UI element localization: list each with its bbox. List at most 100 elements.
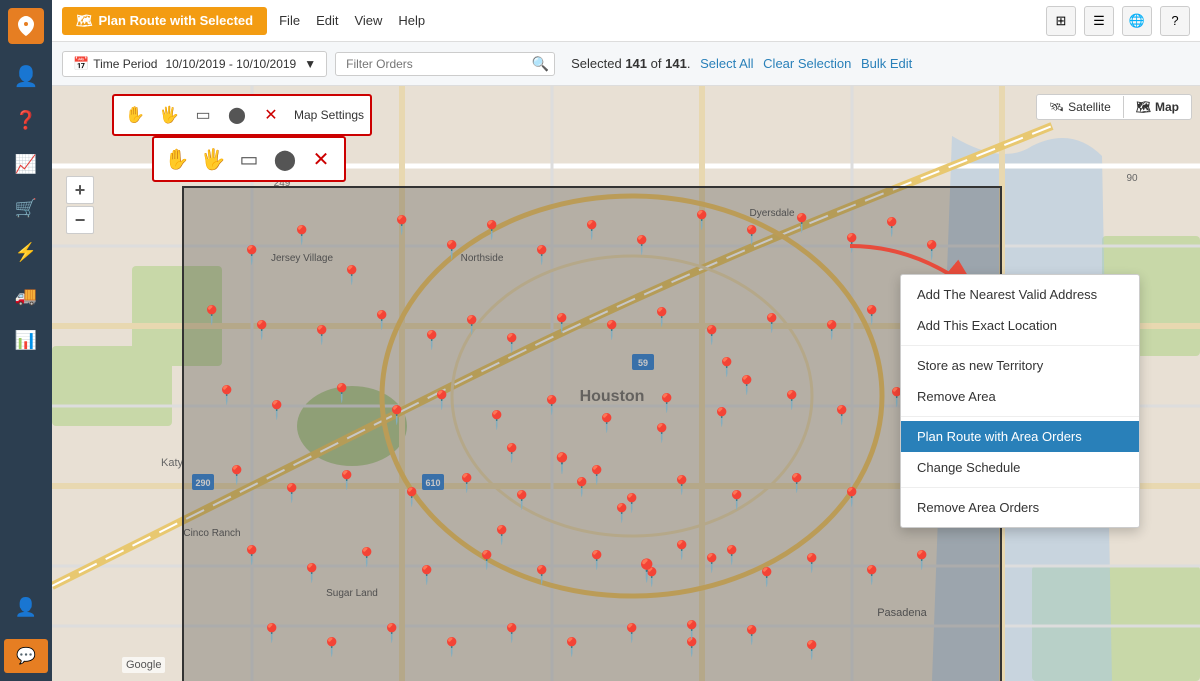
context-change-schedule[interactable]: Change Schedule xyxy=(901,452,1139,483)
globe-button[interactable]: 🌐 xyxy=(1122,6,1152,36)
context-exact-location[interactable]: Add This Exact Location xyxy=(901,310,1139,341)
sidebar-chat-button[interactable]: 💬 xyxy=(4,639,48,673)
map-pin[interactable]: 📍 xyxy=(541,395,563,416)
map-pin-red2[interactable]: 📍 xyxy=(716,357,738,378)
map-pin-teal[interactable]: 📍 xyxy=(671,540,693,561)
map-pin[interactable]: 📍 xyxy=(531,565,553,586)
map-pin[interactable]: 📍 xyxy=(266,400,288,421)
sidebar-item-dispatch[interactable]: 🚚 xyxy=(6,276,46,316)
map-pin[interactable]: 📍 xyxy=(486,410,508,431)
select-all-link[interactable]: Select All xyxy=(700,56,753,71)
map-pin[interactable]: 📍 xyxy=(386,405,408,426)
sidebar-item-users[interactable]: 👤 xyxy=(6,56,46,96)
menu-edit[interactable]: Edit xyxy=(316,13,338,28)
map-pin[interactable]: 📍 xyxy=(341,265,363,286)
sidebar-item-orders[interactable]: 🛒 xyxy=(6,188,46,228)
lasso-tool-button[interactable]: 🖐 xyxy=(154,100,184,130)
map-pin[interactable]: 📍 xyxy=(261,623,283,644)
map-pin[interactable]: 📍 xyxy=(531,245,553,266)
map-pin[interactable]: 📍 xyxy=(596,413,618,434)
filter-orders-input[interactable] xyxy=(335,52,555,76)
sidebar-item-layers[interactable]: ⚡ xyxy=(6,232,46,272)
map-pin[interactable]: 📍 xyxy=(726,490,748,511)
map-pin[interactable]: 📍 xyxy=(241,245,263,266)
hand-tool-button-inner[interactable]: ✋ xyxy=(162,144,192,174)
map-pin[interactable]: 📍 xyxy=(586,550,608,571)
map-pin[interactable]: 📍 xyxy=(691,210,713,231)
map-pin[interactable]: 📍 xyxy=(801,640,823,661)
context-nearest-address[interactable]: Add The Nearest Valid Address xyxy=(901,279,1139,310)
context-store-territory[interactable]: Store as new Territory xyxy=(901,350,1139,381)
zoom-out-button[interactable]: − xyxy=(66,206,94,234)
map-pin[interactable]: 📍 xyxy=(461,315,483,336)
map-pin[interactable]: 📍 xyxy=(821,320,843,341)
map-pin[interactable]: 📍 xyxy=(311,325,333,346)
map-pin[interactable]: 📍 xyxy=(321,637,343,658)
map-pin[interactable]: 📍 xyxy=(421,330,443,351)
map-pin[interactable]: 📍 xyxy=(331,383,353,404)
menu-file[interactable]: File xyxy=(279,13,300,28)
map-pin[interactable]: 📍 xyxy=(391,215,413,236)
rectangle-tool-button-inner[interactable]: ▭ xyxy=(234,144,264,174)
map-pin[interactable]: 📍 xyxy=(756,567,778,588)
zoom-in-button[interactable]: + xyxy=(66,176,94,204)
close-tool-button-inner[interactable]: ✕ xyxy=(306,144,336,174)
sidebar-item-analytics[interactable]: 📈 xyxy=(6,144,46,184)
map-pin[interactable]: 📍 xyxy=(741,225,763,246)
map-pin[interactable]: 📍 xyxy=(226,465,248,486)
context-remove-area-orders[interactable]: Remove Area Orders xyxy=(901,492,1139,523)
map-pin[interactable]: 📍 xyxy=(791,213,813,234)
map-pin-purple[interactable]: 📍 xyxy=(611,503,633,524)
map-pin-gray[interactable]: 📍 xyxy=(721,545,743,566)
map-pin[interactable]: 📍 xyxy=(861,565,883,586)
map-pin[interactable]: 📍 xyxy=(336,470,358,491)
map-pin[interactable]: 📍 xyxy=(416,565,438,586)
map-button[interactable]: 🗺 Map xyxy=(1124,95,1191,119)
lasso-tool-button-inner[interactable]: 🖐 xyxy=(198,144,228,174)
map-pin[interactable]: 📍 xyxy=(881,217,903,238)
help-button[interactable]: ? xyxy=(1160,6,1190,36)
map-pin[interactable]: 📍 xyxy=(601,320,623,341)
sidebar-logo[interactable] xyxy=(8,8,44,44)
map-pin[interactable]: 📍 xyxy=(741,625,763,646)
circle-tool-button-inner[interactable]: ⬤ xyxy=(270,144,300,174)
map-pin[interactable]: 📍 xyxy=(441,240,463,261)
plan-route-button[interactable]: 🗺 Plan Route with Selected xyxy=(62,7,267,35)
map-pin[interactable]: 📍 xyxy=(281,483,303,504)
map-pin[interactable]: 📍 xyxy=(761,313,783,334)
context-remove-area[interactable]: Remove Area xyxy=(901,381,1139,412)
map-pin[interactable]: 📍 xyxy=(656,393,678,414)
map-pin[interactable]: 📍 xyxy=(301,563,323,584)
map-pin-pink[interactable]: 📍 xyxy=(651,423,673,444)
map-pin[interactable]: 📍 xyxy=(501,623,523,644)
map-pin[interactable]: 📍 xyxy=(401,487,423,508)
map-container[interactable]: Houston Katy Cinco Ranch Sugar Land Pasa… xyxy=(52,86,1200,681)
sidebar-item-question[interactable]: ❓ xyxy=(6,100,46,140)
map-pin[interactable]: 📍 xyxy=(476,550,498,571)
map-pin[interactable]: 📍 xyxy=(241,545,263,566)
map-pin-green2[interactable]: 📍 xyxy=(736,375,758,396)
map-pin[interactable]: 📍 xyxy=(711,407,733,428)
context-plan-route-area[interactable]: Plan Route with Area Orders xyxy=(901,421,1139,452)
map-pin[interactable]: 📍 xyxy=(251,320,273,341)
map-pin[interactable]: 📍 xyxy=(356,547,378,568)
map-pin[interactable]: 📍 xyxy=(581,220,603,241)
map-pin[interactable]: 📍 xyxy=(781,390,803,411)
map-pin-yellow[interactable]: 📍 xyxy=(586,465,608,486)
map-pin[interactable]: 📍 xyxy=(371,310,393,331)
map-pin-red[interactable]: 📍 xyxy=(633,558,660,584)
map-pin[interactable]: 📍 xyxy=(671,475,693,496)
map-pin[interactable]: 📍 xyxy=(786,473,808,494)
list-view-button[interactable]: ☰ xyxy=(1084,6,1114,36)
map-pin[interactable]: 📍 xyxy=(561,637,583,658)
map-pin[interactable]: 📍 xyxy=(511,490,533,511)
map-pin[interactable]: 📍 xyxy=(501,333,523,354)
map-pin[interactable]: 📍 xyxy=(831,405,853,426)
menu-view[interactable]: View xyxy=(354,13,382,28)
map-pin[interactable]: 📍 xyxy=(621,623,643,644)
circle-tool-button[interactable]: ⬤ xyxy=(222,100,252,130)
rectangle-tool-button[interactable]: ▭ xyxy=(188,100,218,130)
map-pin[interactable]: 📍 xyxy=(201,305,223,326)
clear-selection-link[interactable]: Clear Selection xyxy=(763,56,851,71)
menu-help[interactable]: Help xyxy=(398,13,425,28)
